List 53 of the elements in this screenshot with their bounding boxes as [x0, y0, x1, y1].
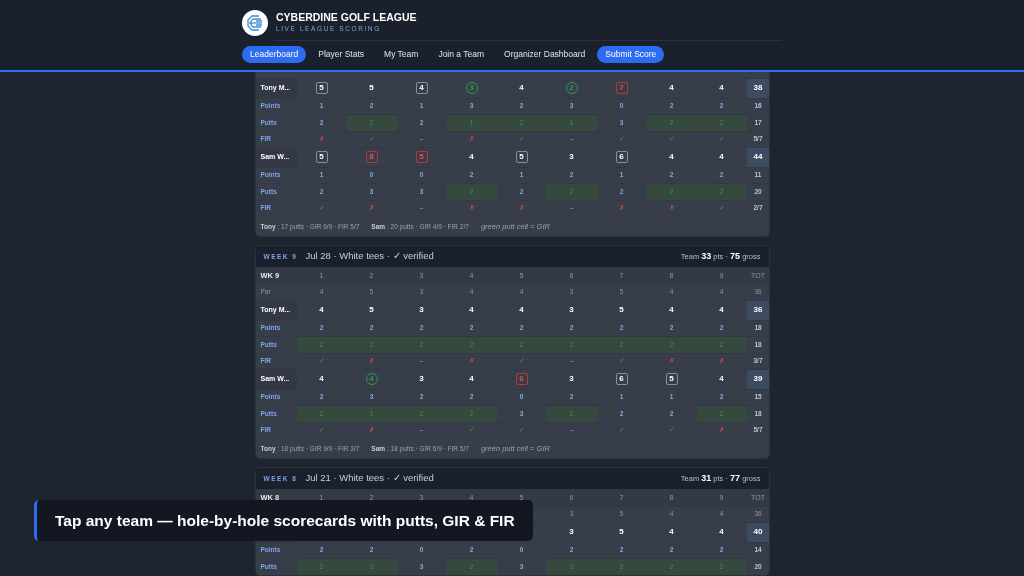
- logo-icon: [242, 9, 268, 36]
- score-cell-text: 4: [718, 304, 725, 317]
- brand-title: CYBERDINE GOLF LEAGUE: [276, 11, 417, 24]
- score-total: 39: [746, 370, 769, 389]
- score-cell-text: 4: [668, 526, 675, 539]
- submit-score-button[interactable]: Submit Score: [597, 46, 665, 63]
- score-cell-text: 4: [718, 526, 725, 539]
- score-cell-text: 4: [468, 151, 475, 164]
- score-cell-text: 4: [718, 151, 725, 164]
- score-cell-text: 3: [568, 151, 575, 164]
- score-cell-text: 5: [368, 82, 375, 95]
- nav-tab[interactable]: Player Stats: [310, 46, 373, 63]
- score-cell-text: 4: [668, 304, 675, 317]
- score-cell-text: 4: [718, 82, 725, 95]
- score-cell: 5: [665, 373, 678, 386]
- score-cell-text: 3: [418, 373, 425, 386]
- score-cell-text: 3: [418, 304, 425, 317]
- score-cell-text: 4: [468, 304, 475, 317]
- round-title: Jul 28 · White tees · ✓ verified: [305, 249, 434, 264]
- score-cell-text: 4: [468, 373, 475, 386]
- score-cell: 8: [365, 151, 378, 164]
- score-cell-text: 3: [568, 526, 575, 539]
- score-total: 40: [746, 523, 769, 542]
- score-cell-text: 4: [668, 82, 675, 95]
- score-cell-text: 4: [518, 82, 525, 95]
- score-cell: 5: [315, 151, 328, 164]
- score-cell-text: 4: [318, 373, 325, 386]
- score-cell: 7: [615, 82, 628, 95]
- score-cell-text: 4: [318, 304, 325, 317]
- toast-message: Tap any team — hole-by-hole scorecards with putts, GIR & FIR: [34, 500, 533, 541]
- score-total: 38: [746, 79, 769, 98]
- score-cell-text: 3: [568, 304, 575, 317]
- score-cell: 6: [515, 373, 528, 386]
- score-cell-text: 4: [518, 304, 525, 317]
- nav-tab[interactable]: My Team: [376, 46, 427, 63]
- score-cell-text: 4: [668, 151, 675, 164]
- score-cell: 6: [615, 151, 628, 164]
- score-cell-text: 4: [718, 373, 725, 386]
- score-cell: 5: [315, 82, 328, 95]
- score-cell-text: 3: [568, 373, 575, 386]
- score-cell: 6: [615, 373, 628, 386]
- score-cell-text: 5: [618, 304, 625, 317]
- score-total: 44: [746, 148, 769, 167]
- score-total: 36: [746, 301, 769, 320]
- score-cell: 5: [515, 151, 528, 164]
- nav-tab[interactable]: Join a Team: [430, 46, 493, 63]
- score-cell-text: 5: [618, 526, 625, 539]
- score-cell: 4: [415, 82, 428, 95]
- nav-tab[interactable]: Leaderboard: [242, 46, 307, 63]
- round-title: Jul 21 · White tees · ✓ verified: [305, 471, 434, 486]
- score-cell: 5: [415, 151, 428, 164]
- nav-tab[interactable]: Organizer Dashboard: [496, 46, 594, 63]
- score-cell-text: 5: [368, 304, 375, 317]
